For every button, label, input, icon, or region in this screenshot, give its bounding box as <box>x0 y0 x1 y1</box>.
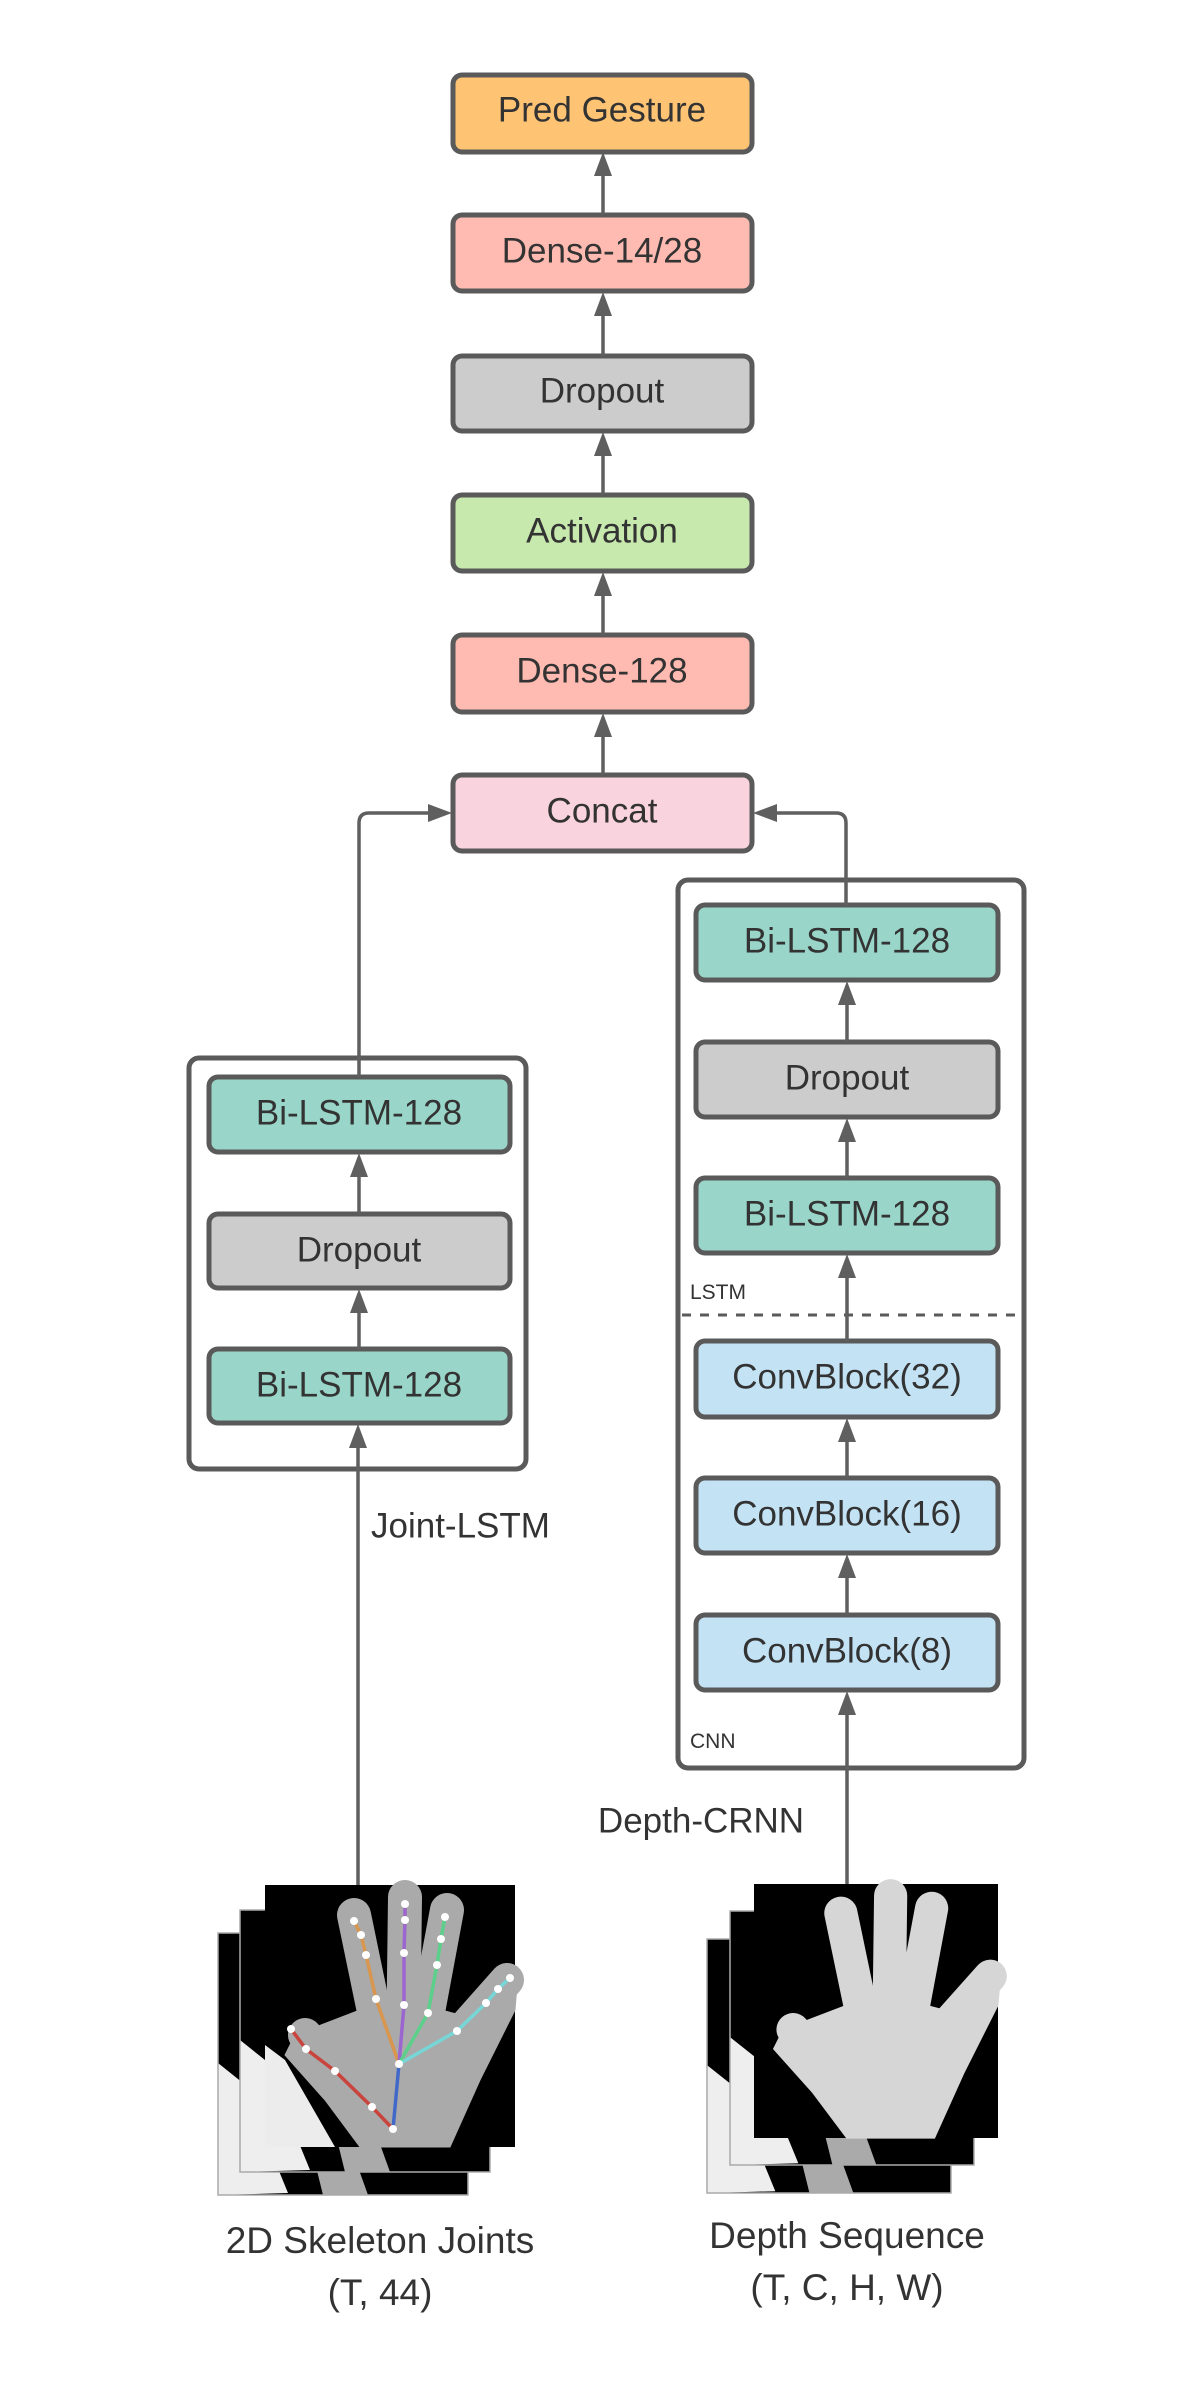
arrow-dense-to-pred <box>594 152 612 215</box>
arrow-skeleton-input <box>349 1424 367 1885</box>
arrow-conv8-to-conv16 <box>838 1554 856 1615</box>
depth-frame-front <box>754 1884 1000 2138</box>
cnn-section-label: CNN <box>690 1730 736 1753</box>
arrow-dense128-to-activation <box>594 572 612 635</box>
activation-label: Activation <box>526 512 678 551</box>
joint-lstm-label: Joint-LSTM <box>371 1507 550 1546</box>
convblock-16-block: ConvBlock(16) <box>693 1475 1001 1556</box>
arrow-joint-to-concat <box>357 804 452 1077</box>
arrow-joint-dropout-to-bilstm <box>350 1153 368 1214</box>
joint-dropout-block: Dropout <box>206 1211 513 1291</box>
skeleton-joints-image <box>217 1885 517 2196</box>
depth-crnn-label: Depth-CRNN <box>598 1802 804 1841</box>
arrow-conv32-to-bilstm <box>838 1254 856 1341</box>
depth-sequence-image <box>706 1884 1000 2194</box>
convblock-32-block: ConvBlock(32) <box>693 1338 1001 1420</box>
arrow-dropout-to-dense <box>594 292 612 356</box>
arrow-depth-dropout-to-bilstm <box>838 981 856 1042</box>
arrow-depth-input <box>838 1691 856 1884</box>
dense-128-block: Dense-128 <box>450 632 755 715</box>
depth-input-shape: (T, C, H, W) <box>750 2267 943 2308</box>
depth-bilstm-bottom-block: Bi-LSTM-128 <box>693 1175 1001 1256</box>
depth-bilstm-top-label: Bi-LSTM-128 <box>744 922 950 961</box>
depth-dropout-block: Dropout <box>693 1039 1001 1120</box>
arrow-depth-bilstm-to-dropout <box>838 1118 856 1178</box>
joint-bilstm-top-label: Bi-LSTM-128 <box>256 1094 462 1133</box>
convblock-16-label: ConvBlock(16) <box>732 1495 962 1534</box>
concat-label: Concat <box>547 792 658 831</box>
arrow-activation-to-dropout <box>594 432 612 495</box>
pred-gesture-block: Pred Gesture <box>450 72 755 155</box>
convblock-8-label: ConvBlock(8) <box>742 1632 952 1671</box>
skeleton-input-label: 2D Skeleton Joints <box>226 2220 535 2261</box>
depth-input-label: Depth Sequence <box>709 2215 985 2256</box>
head-dropout-label: Dropout <box>540 372 665 411</box>
dense-128-label: Dense-128 <box>516 652 687 691</box>
depth-dropout-label: Dropout <box>785 1059 910 1098</box>
activation-block: Activation <box>450 492 755 574</box>
arrow-concat-to-dense128 <box>594 713 612 775</box>
joint-bilstm-bottom-block: Bi-LSTM-128 <box>206 1346 513 1426</box>
joint-dropout-label: Dropout <box>297 1231 422 1270</box>
arrow-depth-to-concat <box>753 804 848 905</box>
skeleton-input-shape: (T, 44) <box>328 2272 433 2313</box>
lstm-section-label: LSTM <box>690 1281 746 1304</box>
dense-output-block: Dense-14/28 <box>450 212 755 294</box>
arrow-joint-bilstm-to-dropout <box>350 1289 368 1349</box>
arrow-conv16-to-conv32 <box>838 1418 856 1478</box>
depth-bilstm-top-block: Bi-LSTM-128 <box>693 902 1001 983</box>
skeleton-frame-front <box>265 1885 517 2147</box>
joint-bilstm-bottom-label: Bi-LSTM-128 <box>256 1366 462 1405</box>
architecture-diagram: Pred Gesture Dense-14/28 Dropout Activat… <box>186 72 1027 2313</box>
dense-output-label: Dense-14/28 <box>502 232 702 271</box>
convblock-8-block: ConvBlock(8) <box>693 1612 1001 1693</box>
concat-block: Concat <box>450 772 755 854</box>
depth-bilstm-bottom-label: Bi-LSTM-128 <box>744 1195 950 1234</box>
joint-bilstm-top-block: Bi-LSTM-128 <box>206 1074 513 1155</box>
pred-gesture-label: Pred Gesture <box>498 91 706 130</box>
convblock-32-label: ConvBlock(32) <box>732 1358 962 1397</box>
head-dropout-block: Dropout <box>450 353 755 434</box>
joint-arrows <box>349 804 452 1885</box>
